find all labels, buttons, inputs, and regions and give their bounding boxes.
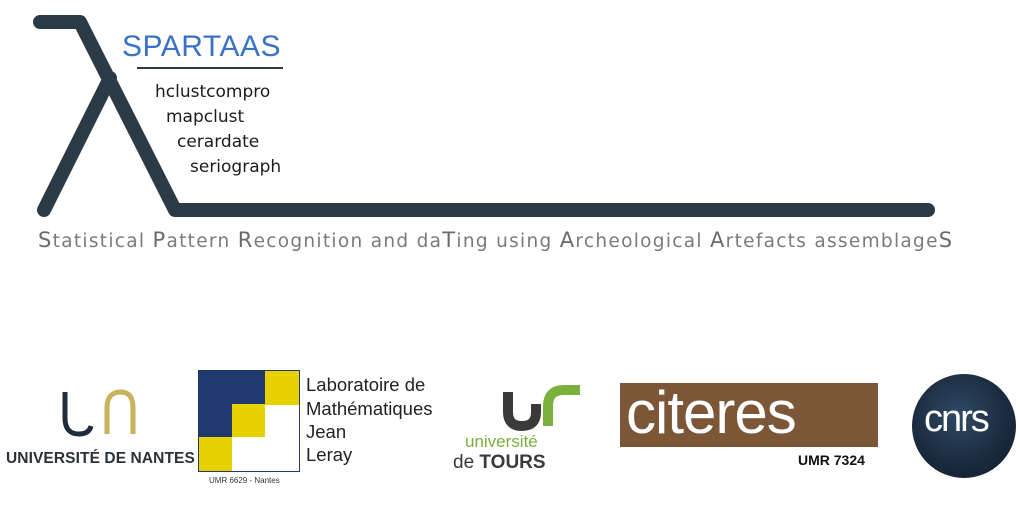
tours-prefix: de [453, 452, 480, 473]
tagline-part: S [938, 228, 954, 252]
package-hclustcompro: hclustcompro [155, 82, 271, 102]
citeres-umr: UMR 7324 [798, 452, 865, 468]
tagline-part: R [237, 228, 254, 252]
tagline-part: A [710, 228, 726, 252]
nantes-logo-icon [62, 389, 136, 437]
tours-bold: TOURS [479, 452, 546, 473]
tours-logo-icon [503, 385, 580, 432]
package-seriograph: seriograph [190, 157, 282, 177]
lmjl-caption: UMR 6629 - Nantes [209, 476, 280, 485]
tours-name-bottom: de TOURS [453, 452, 546, 474]
tours-name-top: université [465, 432, 538, 451]
cnrs-name: cnrs [924, 398, 990, 440]
package-mapclust: mapclust [166, 107, 245, 127]
lmjl-line: Mathématiques [306, 398, 433, 419]
tagline-part: ecognition and da [253, 231, 443, 252]
lmjl-line: Leray [306, 444, 353, 465]
tagline-part: attern [166, 231, 238, 252]
tagline: Statistical Pattern Recognition and daTi… [38, 228, 953, 252]
tagline-part: rcheological [575, 231, 710, 252]
tagline-part: S [38, 228, 53, 252]
nantes-name: UNIVERSITÉ DE NANTES [6, 450, 195, 467]
tagline-part: ing using [456, 231, 560, 252]
tagline-part: rtefacts assemblage [725, 231, 939, 252]
app-title: SPARTAAS [122, 30, 282, 63]
tagline-part: P [152, 228, 167, 252]
title-divider [137, 67, 283, 69]
tagline-part: tatistical [52, 231, 153, 252]
package-cerardate: cerardate [177, 132, 260, 152]
citeres-word: citeres [626, 379, 797, 446]
lmjl-line: Laboratoire de [306, 374, 426, 395]
tagline-part: A [559, 228, 576, 252]
lmjl-logo-icon [198, 370, 300, 472]
tagline-part: T [442, 228, 457, 252]
lmjl-line: Jean [306, 421, 347, 442]
